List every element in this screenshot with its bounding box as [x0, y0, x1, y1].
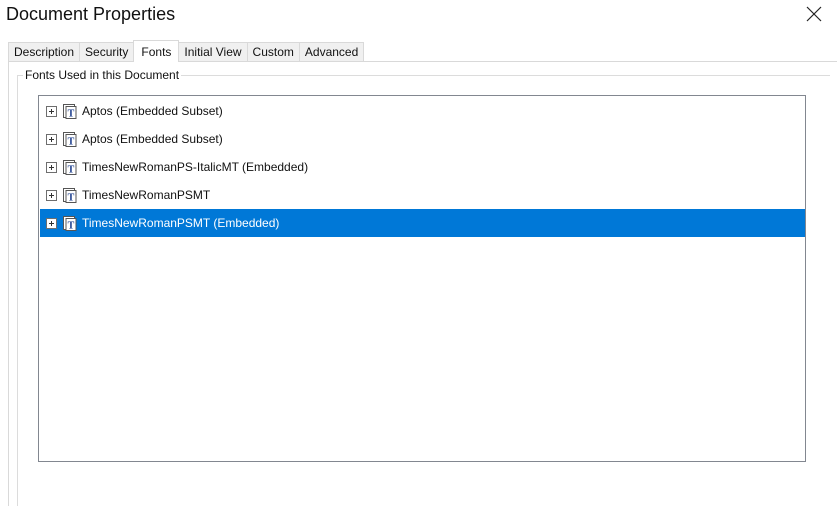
expand-icon[interactable] [46, 189, 57, 201]
tab-label: Security [85, 45, 129, 59]
tab-strip: Description Security Fonts Initial View … [8, 40, 365, 62]
tab-advanced[interactable]: Advanced [298, 42, 365, 61]
expand-icon[interactable] [46, 105, 57, 117]
tab-label: Fonts [141, 44, 172, 59]
svg-text:T: T [68, 136, 75, 147]
tab-custom[interactable]: Custom [246, 42, 300, 61]
truetype-font-icon: T [63, 159, 77, 175]
close-icon [806, 6, 822, 22]
font-tree-item-selected[interactable]: T TimesNewRomanPSMT (Embedded) [40, 209, 805, 237]
font-item-label: Aptos (Embedded Subset) [82, 104, 223, 118]
svg-text:T: T [68, 108, 75, 119]
truetype-font-icon: T [63, 131, 77, 147]
font-item-label: Aptos (Embedded Subset) [82, 132, 223, 146]
close-button[interactable] [797, 0, 831, 28]
font-tree-item[interactable]: T Aptos (Embedded Subset) [40, 125, 805, 153]
truetype-font-icon: T [63, 103, 77, 119]
fonts-group-label: Fonts Used in this Document [23, 68, 182, 82]
truetype-font-icon: T [63, 215, 77, 231]
font-tree-item[interactable]: T Aptos (Embedded Subset) [40, 97, 805, 125]
font-item-label: TimesNewRomanPSMT [82, 188, 211, 202]
document-properties-dialog: Document Properties Description Security… [0, 0, 837, 506]
svg-text:T: T [68, 164, 75, 175]
truetype-font-icon: T [63, 187, 77, 203]
font-item-label: TimesNewRomanPS-ItalicMT (Embedded) [82, 160, 309, 174]
expand-icon[interactable] [46, 217, 57, 229]
svg-text:T: T [68, 220, 75, 231]
tab-label: Custom [252, 45, 294, 59]
tab-security[interactable]: Security [79, 42, 135, 61]
dialog-title: Document Properties [6, 4, 176, 24]
font-tree-item[interactable]: T TimesNewRomanPSMT [40, 181, 805, 209]
font-tree-item[interactable]: T TimesNewRomanPS-ItalicMT (Embedded) [40, 153, 805, 181]
tab-initial-view[interactable]: Initial View [178, 42, 248, 61]
fonts-tab-panel: Fonts Used in this Document T Aptos (Emb… [8, 61, 837, 506]
fonts-tree[interactable]: T Aptos (Embedded Subset) T Aptos (Embed… [38, 95, 806, 462]
tab-label: Description [14, 45, 75, 59]
expand-icon[interactable] [46, 161, 57, 173]
font-item-label: TimesNewRomanPSMT (Embedded) [82, 216, 280, 230]
tab-description[interactable]: Description [8, 42, 81, 61]
tab-label: Advanced [304, 45, 359, 59]
expand-icon[interactable] [46, 133, 57, 145]
tab-label: Initial View [184, 45, 242, 59]
tab-fonts[interactable]: Fonts [133, 40, 180, 62]
svg-text:T: T [68, 192, 75, 203]
